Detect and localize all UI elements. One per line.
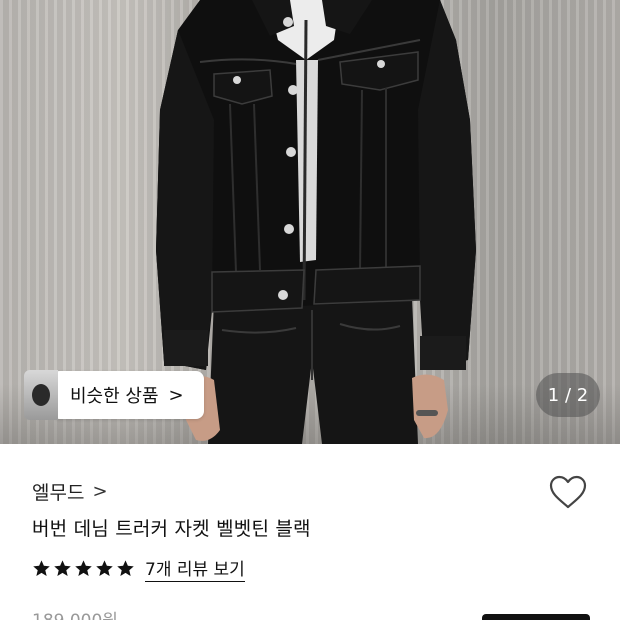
star-filled-icon <box>117 560 134 577</box>
similar-product-thumbnail <box>24 370 58 420</box>
similar-products-button[interactable]: 비슷한 상품 > <box>24 370 204 420</box>
reviews-link[interactable]: 7개 리뷰 보기 <box>145 555 245 582</box>
image-counter: 1 / 2 <box>536 373 600 417</box>
heart-icon[interactable] <box>548 474 588 510</box>
star-filled-icon <box>75 560 92 577</box>
star-filled-icon <box>54 560 71 577</box>
brand-name: 엘무드 <box>32 482 85 504</box>
similar-products-pill[interactable]: 비슷한 상품 > <box>52 371 204 419</box>
product-title: 버번 데님 트러커 자켓 벨벳틴 블랙 <box>32 518 311 540</box>
original-price: 189,000원 <box>32 606 118 620</box>
rating-row: 7개 리뷰 보기 <box>32 555 245 582</box>
chevron-right-icon: > <box>168 384 184 406</box>
product-image-carousel[interactable]: 비슷한 상품 > 1 / 2 <box>0 0 620 444</box>
brand-link[interactable]: 엘무드 > <box>32 478 108 505</box>
purchase-button[interactable] <box>482 614 590 620</box>
rating-stars <box>32 559 135 578</box>
star-filled-icon <box>33 560 50 577</box>
chevron-right-icon: > <box>92 481 108 502</box>
similar-products-label: 비슷한 상품 <box>70 386 159 407</box>
star-filled-icon <box>96 560 113 577</box>
